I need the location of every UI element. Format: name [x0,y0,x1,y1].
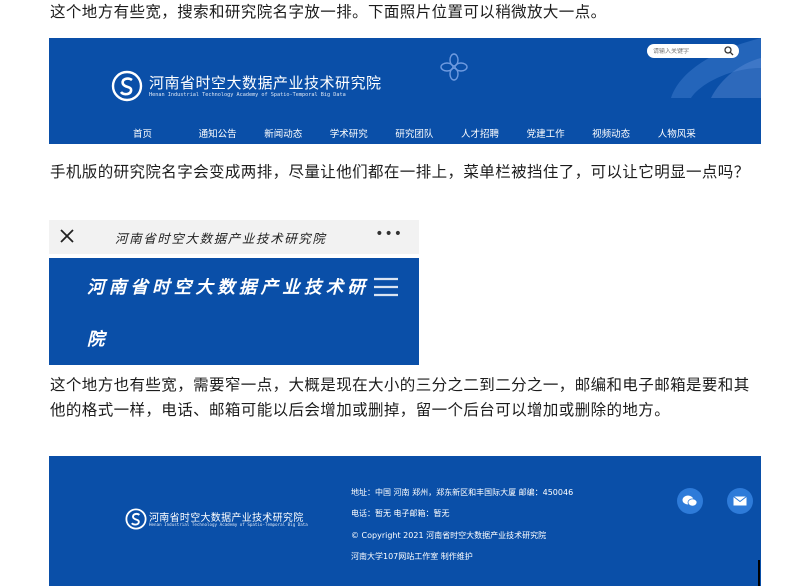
site-subtitle: Henan Industrial Technology Academy of S… [149,92,346,98]
footer-address: 地址：中国 河南 郑州，郑东新区和丰国际大厦 邮编：450046 [351,488,574,497]
search-box[interactable] [647,44,739,58]
footer-copyright: © Copyright 2021 河南省时空大数据产业技术研究院 [351,531,547,540]
nav-item-home[interactable]: 首页 [133,126,199,140]
more-icon[interactable]: ••• [375,226,403,242]
text-cursor-mark [758,560,760,586]
comment-paragraph-3: 这个地方也有些宽，需要窄一点，大概是现在大小的三分之二到二分之一，邮编和电子邮箱… [50,376,750,419]
close-icon[interactable] [59,228,75,244]
nav-item-party[interactable]: 党建工作 [527,126,593,140]
nav-item-recruitment[interactable]: 人才招聘 [461,126,527,140]
nav-item-news[interactable]: 新闻动态 [264,126,330,140]
decorative-flower-icon [440,53,468,81]
mobile-bar-title: 河南省时空大数据产业技术研究院 [115,231,327,246]
search-input[interactable] [647,47,723,55]
mobile-title-bar: 河南省时空大数据产业技术研究院 ••• [49,220,419,254]
nav-item-people[interactable]: 人物风采 [658,126,724,140]
desktop-header-screenshot: 河南省时空大数据产业技术研究院 Henan Industrial Technol… [49,38,761,144]
menu-icon[interactable] [372,274,400,300]
mobile-screenshot: 河南省时空大数据产业技术研究院 ••• 河南省时空大数据产业技术研 院 [49,220,419,365]
main-nav: 首页 通知公告 新闻动态 学术研究 研究团队 人才招聘 党建工作 视频动态 人物… [133,126,723,140]
nav-item-notices[interactable]: 通知公告 [199,126,265,140]
mobile-title-line-1: 河南省时空大数据产业技术研 [87,278,370,298]
mobile-title-line-2: 院 [87,330,105,350]
footer-maintainer: 河南大学107网站工作室 制作维护 [351,552,473,561]
mobile-header: 河南省时空大数据产业技术研 院 [49,258,419,365]
wechat-icon[interactable] [677,488,703,514]
comment-paragraph-1: 这个地方有些宽，搜索和研究院名字放一排。下面照片位置可以稍微放大一点。 [50,3,607,21]
nav-item-research[interactable]: 学术研究 [330,126,396,140]
footer-logo-icon [125,508,147,530]
footer-screenshot: 河南省时空大数据产业技术研究院 Henan Industrial Technol… [49,456,761,586]
mail-icon[interactable] [727,488,753,514]
search-icon[interactable] [724,46,734,56]
comment-paragraph-2: 手机版的研究院名字会变成两排，尽量让他们都在一排上，菜单栏被挡住了，可以让它明显… [50,163,750,181]
logo-icon [111,70,143,102]
nav-item-team[interactable]: 研究团队 [395,126,461,140]
footer-subtitle: Henan Industrial Technology Academy of S… [149,522,308,527]
site-title: 河南省时空大数据产业技术研究院 [149,74,382,92]
nav-item-video[interactable]: 视频动态 [592,126,658,140]
footer-contact: 电话：暂无 电子邮箱：暂无 [351,509,450,518]
